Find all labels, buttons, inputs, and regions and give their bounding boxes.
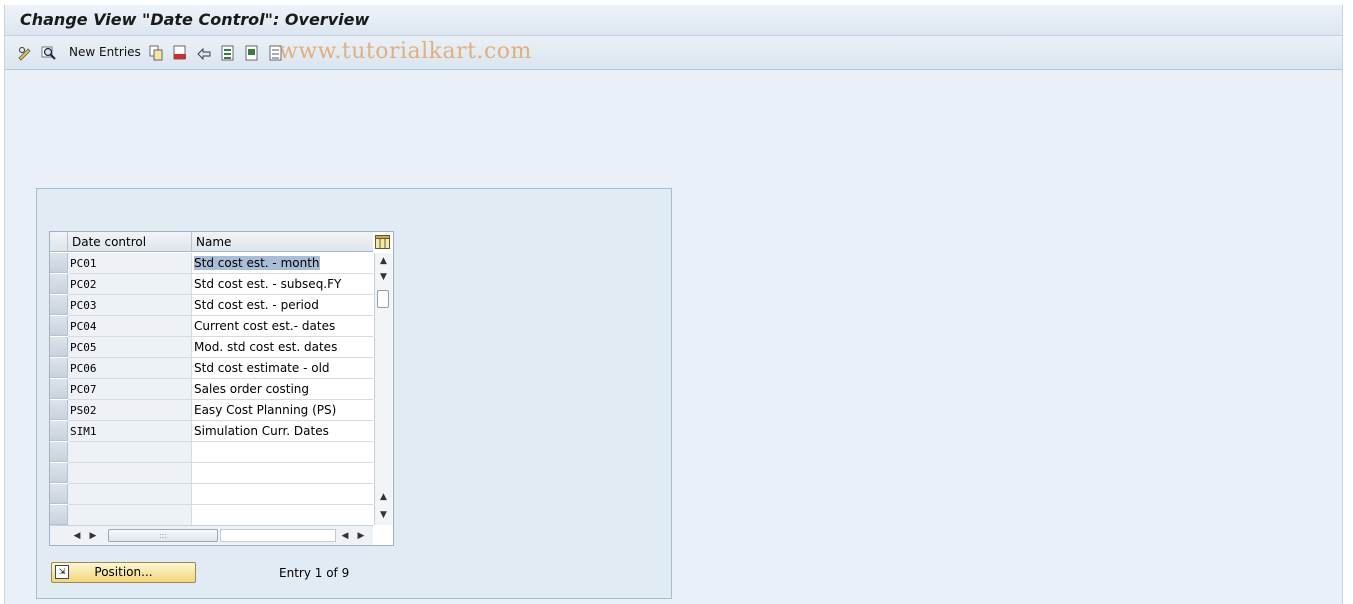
name-cell[interactable]: Std cost est. - subseq.FY: [192, 274, 373, 295]
row-selector[interactable]: [50, 442, 68, 462]
column-header-date-control[interactable]: Date control: [68, 232, 192, 252]
date-control-cell: PC03: [68, 295, 192, 316]
table-row[interactable]: PC07 Sales order costing: [50, 379, 373, 400]
name-cell[interactable]: Std cost est. - period: [192, 295, 373, 316]
date-control-cell: PC06: [68, 358, 192, 379]
sap-window: Change View "Date Control": Overview New…: [4, 5, 1343, 604]
copy-icon[interactable]: [148, 45, 164, 61]
name-cell[interactable]: [192, 463, 373, 484]
scroll-right-end-icon[interactable]: ▶: [354, 527, 368, 544]
table-row[interactable]: [50, 505, 373, 526]
date-control-cell: [68, 484, 192, 505]
name-cell[interactable]: [192, 484, 373, 505]
table-row[interactable]: [50, 484, 373, 505]
name-cell[interactable]: Std cost estimate - old: [192, 358, 373, 379]
name-cell[interactable]: [192, 442, 373, 463]
horizontal-scroll-track[interactable]: [220, 529, 336, 542]
select-block-icon[interactable]: [244, 45, 260, 61]
table-row[interactable]: PC06 Std cost estimate - old: [50, 358, 373, 379]
date-control-cell: PC02: [68, 274, 192, 295]
watermark-text: www.tutorialkart.com: [279, 39, 532, 64]
table-row[interactable]: [50, 463, 373, 484]
entry-counter: Entry 1 of 9: [279, 566, 350, 580]
table-row[interactable]: PC02 Std cost est. - subseq.FY: [50, 274, 373, 295]
date-control-cell: PS02: [68, 400, 192, 421]
row-selector[interactable]: [50, 379, 68, 399]
name-cell[interactable]: [192, 505, 373, 526]
undo-icon[interactable]: [196, 45, 212, 61]
row-selector[interactable]: [50, 295, 68, 315]
vertical-scrollbar[interactable]: ▲ ▼ ▲ ▼: [374, 253, 392, 525]
scroll-up-icon[interactable]: ▲: [375, 253, 392, 269]
scroll-right-icon[interactable]: ▶: [86, 527, 100, 544]
scroll-left-end-icon[interactable]: ◀: [338, 527, 352, 544]
horizontal-scrollbar[interactable]: ◀ ▶ ::: ◀ ▶: [50, 525, 373, 545]
edit-glasses-icon[interactable]: [17, 45, 33, 61]
position-button[interactable]: ⇲ Position...: [51, 562, 196, 583]
page-title: Change View "Date Control": Overview: [20, 10, 370, 29]
application-toolbar: New Entries www.tutorialkart.com: [5, 36, 1342, 70]
table-settings-icon[interactable]: [374, 233, 391, 251]
scroll-page-up-icon[interactable]: ▲: [375, 489, 392, 505]
row-selector[interactable]: [50, 253, 68, 273]
name-cell[interactable]: Simulation Curr. Dates: [192, 421, 373, 442]
name-cell[interactable]: Easy Cost Planning (PS): [192, 400, 373, 421]
column-header-name[interactable]: Name: [192, 232, 373, 252]
date-control-cell: [68, 505, 192, 526]
table-control: Date control Name PC01 Std cost est. - mo…: [49, 231, 394, 546]
name-cell[interactable]: Current cost est.- dates: [192, 316, 373, 337]
select-all-icon[interactable]: [220, 45, 236, 61]
scroll-page-down-icon[interactable]: ▼: [375, 507, 392, 523]
table-row[interactable]: SIM1 Simulation Curr. Dates: [50, 421, 373, 442]
table-row[interactable]: PS02 Easy Cost Planning (PS): [50, 400, 373, 421]
new-entries-button[interactable]: New Entries: [69, 45, 141, 59]
horizontal-scroll-thumb[interactable]: :::: [108, 529, 218, 542]
date-control-cell: [68, 463, 192, 484]
date-control-cell: [68, 442, 192, 463]
table-row[interactable]: PC01 Std cost est. - month: [50, 253, 373, 274]
delete-icon[interactable]: [172, 45, 188, 61]
row-selector[interactable]: [50, 337, 68, 357]
vertical-scroll-thumb[interactable]: [377, 290, 389, 308]
row-selector[interactable]: [50, 316, 68, 336]
name-cell[interactable]: Mod. std cost est. dates: [192, 337, 373, 358]
table-row[interactable]: [50, 442, 373, 463]
row-selector[interactable]: [50, 400, 68, 420]
table-group-box: Date control Name PC01 Std cost est. - mo…: [36, 188, 672, 599]
name-cell-text-selected: Std cost est. - month: [194, 256, 320, 270]
date-control-cell: PC05: [68, 337, 192, 358]
table-row[interactable]: PC03 Std cost est. - period: [50, 295, 373, 316]
row-selector[interactable]: [50, 463, 68, 483]
date-control-cell: PC04: [68, 316, 192, 337]
row-selector[interactable]: [50, 484, 68, 504]
name-cell[interactable]: Sales order costing: [192, 379, 373, 400]
table-row[interactable]: PC05 Mod. std cost est. dates: [50, 337, 373, 358]
row-selector[interactable]: [50, 274, 68, 294]
position-button-label: Position...: [94, 565, 153, 579]
date-control-cell: PC07: [68, 379, 192, 400]
scroll-down-icon[interactable]: ▼: [375, 269, 392, 285]
select-all-rows-header[interactable]: [50, 232, 68, 252]
date-control-cell: PC01: [68, 253, 192, 274]
scroll-left-icon[interactable]: ◀: [70, 527, 84, 544]
find-icon[interactable]: [41, 45, 57, 61]
row-selector[interactable]: [50, 421, 68, 441]
date-control-cell: SIM1: [68, 421, 192, 442]
row-selector[interactable]: [50, 505, 68, 525]
name-cell[interactable]: Std cost est. - month: [192, 253, 373, 274]
row-selector[interactable]: [50, 358, 68, 378]
title-bar: Change View "Date Control": Overview: [5, 5, 1342, 36]
table-row[interactable]: PC04 Current cost est.- dates: [50, 316, 373, 337]
